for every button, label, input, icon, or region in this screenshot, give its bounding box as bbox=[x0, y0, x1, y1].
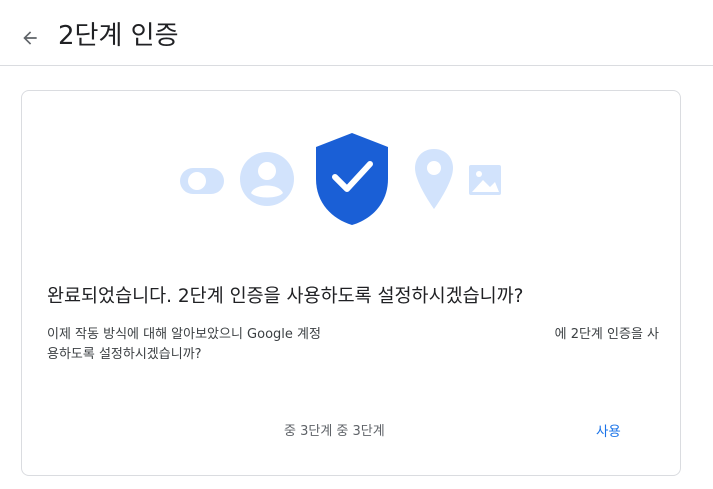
toggle-icon bbox=[180, 168, 224, 194]
card-heading: 완료되었습니다. 2단계 인증을 사용하도록 설정하시겠습니까? bbox=[47, 286, 524, 307]
step-indicator: 중 3단계 중 3단계 bbox=[284, 424, 385, 439]
completion-card: 완료되었습니다. 2단계 인증을 사용하도록 설정하시겠습니까? 이제 작동 방… bbox=[21, 90, 681, 476]
location-pin-icon bbox=[415, 149, 453, 209]
security-illustration bbox=[180, 133, 501, 225]
description-line-1a: 이제 작동 방식에 대해 알아보았으니 Google 계정 bbox=[47, 327, 321, 342]
description-line-2: 용하도록 설정하시겠습니까? bbox=[47, 347, 202, 362]
image-icon bbox=[469, 165, 501, 195]
use-button[interactable]: 사용 bbox=[584, 416, 633, 448]
account-icon bbox=[240, 152, 294, 206]
back-button[interactable] bbox=[14, 22, 46, 54]
page-title: 2단계 인증 bbox=[58, 21, 179, 51]
description-line-1b: 에 2단계 인증을 사 bbox=[554, 327, 659, 342]
card-description: 이제 작동 방식에 대해 알아보았으니 Google 계정 에 2단계 인증을 … bbox=[47, 325, 659, 365]
shield-check-icon bbox=[316, 133, 388, 225]
arrow-back-icon bbox=[23, 31, 37, 45]
header-bar: 2단계 인증 bbox=[0, 0, 713, 66]
